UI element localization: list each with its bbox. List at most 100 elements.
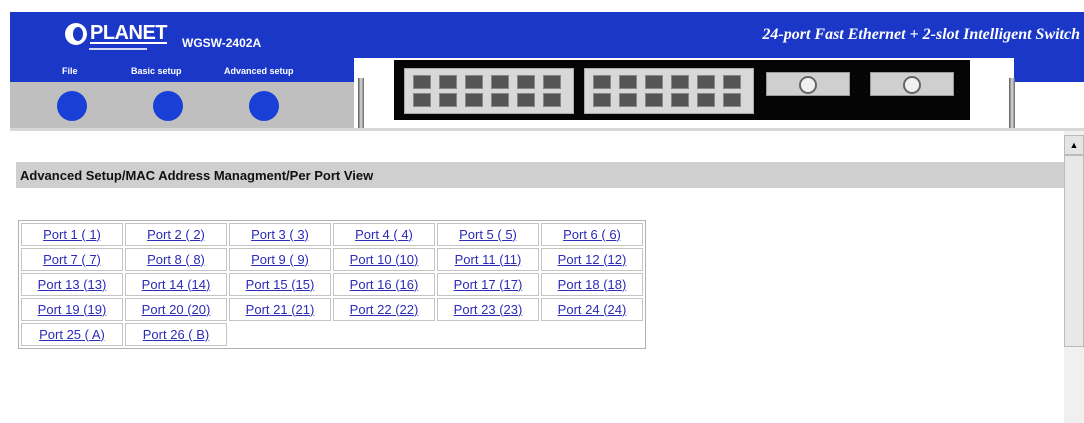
rj45-port-icon [543,75,561,89]
port-cell: Port 10 (10) [333,248,435,271]
empty-cell [541,323,643,346]
logo-text: PLANET [90,22,168,44]
port-cell: Port 24 (24) [541,298,643,321]
scroll-thumb[interactable] [1064,155,1084,347]
rj45-port-icon [645,93,663,107]
port-link[interactable]: Port 1 ( 1) [43,227,101,242]
port-link[interactable]: Port 17 (17) [454,277,523,292]
port-link[interactable]: Port 26 ( B) [143,327,209,342]
rj45-port-icon [697,93,715,107]
port-link[interactable]: Port 7 ( 7) [43,252,101,267]
port-block-13-24 [584,68,754,114]
port-cell: Port 8 ( 8) [125,248,227,271]
port-cell: Port 12 (12) [541,248,643,271]
rj45-port-icon [491,75,509,89]
planet-logo: PLANET [65,22,168,45]
port-cell: Port 2 ( 2) [125,223,227,246]
menu-strip: File Basic setup Advanced setup [10,58,354,82]
menu-label-basic-setup[interactable]: Basic setup [131,66,182,76]
rj45-port-icon [465,75,483,89]
header-bar: PLANET WGSW-2402A 24-port Fast Ethernet … [10,12,1084,58]
port-cell: Port 26 ( B) [125,323,227,346]
port-cell: Port 4 ( 4) [333,223,435,246]
port-link[interactable]: Port 12 (12) [558,252,627,267]
port-row: Port 1 ( 1) Port 2 ( 2) Port 3 ( 3) Port 4 … [21,223,643,246]
rj45-port-icon [723,93,741,107]
port-link[interactable]: Port 9 ( 9) [251,252,309,267]
port-link[interactable]: Port 25 ( A) [39,327,105,342]
port-cell: Port 6 ( 6) [541,223,643,246]
port-cell: Port 20 (20) [125,298,227,321]
port-link[interactable]: Port 5 ( 5) [459,227,517,242]
planet-logo-icon [65,22,87,45]
port-link[interactable]: Port 11 (11) [455,252,522,267]
rj45-port-icon [517,75,535,89]
port-row: Port 7 ( 7) Port 8 ( 8) Port 9 ( 9) Port 10… [21,248,643,271]
port-cell: Port 1 ( 1) [21,223,123,246]
port-link[interactable]: Port 19 (19) [38,302,107,317]
port-link[interactable]: Port 23 (23) [454,302,523,317]
port-link[interactable]: Port 18 (18) [558,277,627,292]
port-link-table: Port 1 ( 1) Port 2 ( 2) Port 3 ( 3) Port 4 … [18,220,646,349]
rj45-port-icon [413,75,431,89]
port-link[interactable]: Port 8 ( 8) [147,252,205,267]
menu-label-file[interactable]: File [62,66,78,76]
port-link[interactable]: Port 2 ( 2) [147,227,205,242]
header-divider [10,128,1084,131]
rj45-port-icon [439,93,457,107]
rj45-port-icon [619,75,637,89]
rj45-port-icon [491,93,509,107]
rj45-port-icon [593,75,611,89]
basic-setup-button[interactable] [153,91,183,121]
rj45-port-icon [697,75,715,89]
page-title-bar: Advanced Setup/MAC Address Managment/Per… [16,162,1064,188]
port-link[interactable]: Port 20 (20) [142,302,211,317]
port-cell: Port 25 ( A) [21,323,123,346]
port-row: Port 13 (13) Port 14 (14) Port 15 (15) Port… [21,273,643,296]
rj45-port-icon [465,93,483,107]
panel-rail-right [1009,78,1015,128]
port-link[interactable]: Port 22 (22) [350,302,419,317]
port-cell: Port 21 (21) [229,298,331,321]
rj45-port-icon [517,93,535,107]
port-row: Port 19 (19) Port 20 (20) Port 21 (21) Port… [21,298,643,321]
port-link[interactable]: Port 15 (15) [246,277,315,292]
logo-underline [89,48,147,50]
port-link[interactable]: Port 21 (21) [246,302,315,317]
rj45-port-icon [645,75,663,89]
port-cell: Port 18 (18) [541,273,643,296]
rj45-port-icon [671,93,689,107]
menu-label-advanced-setup[interactable]: Advanced setup [224,66,294,76]
vertical-scrollbar[interactable]: ▲ [1064,131,1084,423]
port-link[interactable]: Port 24 (24) [558,302,627,317]
port-link[interactable]: Port 6 ( 6) [563,227,621,242]
port-row: Port 25 ( A) Port 26 ( B) [21,323,643,346]
file-menu-button[interactable] [57,91,87,121]
switch-front-panel [394,60,970,120]
port-link[interactable]: Port 13 (13) [38,277,107,292]
empty-cell [333,323,435,346]
rj45-port-icon [619,93,637,107]
empty-cell [229,323,331,346]
port-cell: Port 23 (23) [437,298,539,321]
port-link[interactable]: Port 4 ( 4) [355,227,413,242]
port-link[interactable]: Port 14 (14) [142,277,211,292]
port-link[interactable]: Port 10 (10) [350,252,419,267]
switch-panel-image [354,58,1084,128]
rj45-port-icon [413,93,431,107]
rj45-port-icon [439,75,457,89]
expansion-slot-b [870,72,954,96]
advanced-setup-button[interactable] [249,91,279,121]
model-name: WGSW-2402A [182,36,262,50]
port-link[interactable]: Port 16 (16) [350,277,419,292]
port-cell: Port 7 ( 7) [21,248,123,271]
panel-rail-left [358,78,364,128]
port-cell: Port 15 (15) [229,273,331,296]
port-link[interactable]: Port 3 ( 3) [251,227,309,242]
menu-buttons [10,82,354,128]
port-cell: Port 14 (14) [125,273,227,296]
page-title: Advanced Setup/MAC Address Managment/Per… [20,168,374,183]
scroll-up-arrow-icon[interactable]: ▲ [1064,135,1084,155]
port-cell: Port 16 (16) [333,273,435,296]
port-cell: Port 13 (13) [21,273,123,296]
